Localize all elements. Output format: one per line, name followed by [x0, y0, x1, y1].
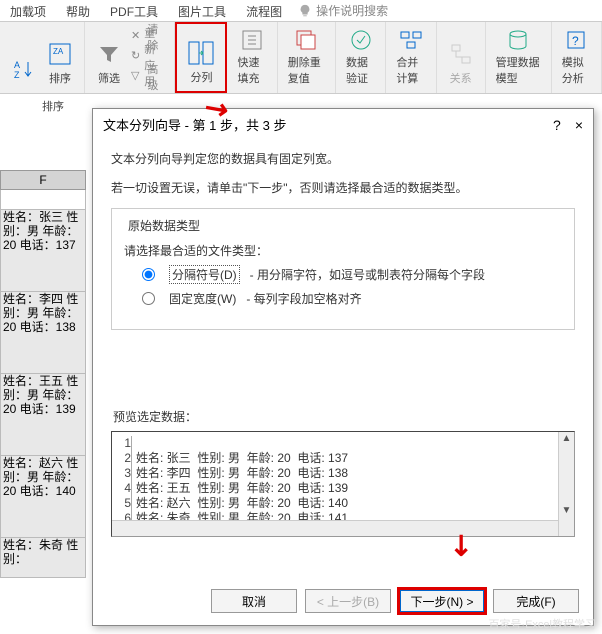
radio-delimited-input[interactable] — [142, 268, 155, 281]
cell-row-2[interactable]: 姓名：张三 性别：男 年龄：20 电话：137 — [0, 210, 86, 292]
dialog-title: 文本分列向导 - 第 1 步，共 3 步 — [103, 115, 286, 134]
lightbulb-icon — [298, 4, 312, 18]
relations-icon — [447, 40, 475, 68]
clear-icon: ✕ — [131, 29, 143, 45]
svg-text:Z: Z — [14, 70, 20, 80]
original-data-type-group: 原始数据类型 请选择最合适的文件类型： 分隔符号(D) - 用分隔字符，如逗号或… — [111, 208, 575, 330]
dialog-intro-2: 若一切设置无误，请单击"下一步"，否则请选择最合适的数据类型。 — [111, 179, 575, 198]
sort-az-icon: AZ — [10, 56, 38, 84]
text-wizard-dialog: 文本分列向导 - 第 1 步，共 3 步 ? × 文本分列向导判定您的数据具有固… — [92, 108, 594, 626]
data-model-button[interactable]: 管理数据模型 — [492, 26, 545, 88]
radio-fixed-width[interactable]: 固定宽度(W) - 每列字段加空格对齐 — [142, 290, 562, 307]
cell-row-6[interactable]: 姓名：朱奇 性别： — [0, 538, 86, 578]
preview-scrollbar-v[interactable]: ▲▼ — [558, 432, 574, 536]
sort-icon: ZA — [46, 40, 74, 68]
choose-label: 请选择最合适的文件类型： — [124, 242, 562, 259]
data-model-icon — [504, 28, 532, 52]
cell-row-5[interactable]: 姓名：赵六 性别：男 年龄：20 电话：140 — [0, 456, 86, 538]
sort-button[interactable]: ZA 排序 — [42, 26, 78, 88]
relationships-button: 关系 — [443, 26, 479, 88]
text-to-columns-button[interactable]: 分列 — [175, 22, 227, 93]
cancel-button[interactable]: 取消 — [211, 589, 297, 613]
svg-text:A: A — [14, 60, 20, 70]
column-header-F[interactable]: F — [0, 170, 86, 190]
dialog-titlebar: 文本分列向导 - 第 1 步，共 3 步 ? × — [93, 109, 593, 140]
fieldset-legend: 原始数据类型 — [124, 217, 204, 234]
advanced-icon: ▽ — [131, 69, 143, 85]
data-validation-button[interactable]: 数据验证 — [342, 26, 379, 88]
close-icon[interactable]: × — [575, 117, 583, 133]
data-valid-icon — [347, 28, 375, 52]
remove-dup-icon — [292, 28, 320, 52]
tell-me-search[interactable]: 操作说明搜索 — [292, 0, 394, 21]
help-icon[interactable]: ? — [553, 117, 561, 133]
text-to-columns-icon — [187, 39, 215, 67]
whatif-icon: ? — [562, 28, 590, 52]
filter-button[interactable]: 筛选 — [91, 26, 127, 88]
radio-delimited[interactable]: 分隔符号(D) - 用分隔字符，如逗号或制表符分隔每个字段 — [142, 265, 562, 284]
cell-row-4[interactable]: 姓名：王五 性别：男 年龄：20 电话：139 — [0, 374, 86, 456]
preview-box: 1 2姓名: 张三 性别: 男 年龄: 20 电话: 137 3姓名: 李四 性… — [111, 431, 575, 537]
cell-row-3[interactable]: 姓名：李四 性别：男 年龄：20 电话：138 — [0, 292, 86, 374]
sort-az-button[interactable]: AZ — [6, 26, 42, 88]
flash-fill-button[interactable]: 快速填充 — [233, 26, 270, 88]
reapply-icon: ↻ — [131, 49, 140, 65]
next-button[interactable]: 下一步(N) > — [399, 589, 485, 613]
back-button: < 上一步(B) — [305, 589, 391, 613]
finish-button[interactable]: 完成(F) — [493, 589, 579, 613]
remove-duplicates-button[interactable]: 删除重复值 — [284, 26, 329, 88]
advanced-button[interactable]: ▽高级 — [127, 68, 168, 86]
filter-icon — [95, 40, 123, 68]
watermark: 百家号·Excel教程学习 — [488, 616, 596, 632]
radio-fixed-input[interactable] — [142, 292, 155, 305]
consolidate-icon — [397, 28, 425, 52]
tab-image[interactable]: 图片工具 — [168, 0, 236, 21]
tab-pdf[interactable]: PDF工具 — [100, 0, 168, 21]
preview-label: 预览选定数据： — [113, 408, 575, 425]
preview-scrollbar-h[interactable] — [112, 520, 558, 536]
tab-flowchart[interactable]: 流程图 — [236, 0, 292, 21]
svg-text:ZA: ZA — [53, 47, 64, 56]
consolidate-button[interactable]: 合并计算 — [392, 26, 429, 88]
ribbon-toolbar: AZ ZA 排序 筛选 ✕清除 ↻重新应用 ▽高级 分列 快速填充 删除重 — [0, 22, 602, 94]
worksheet-column: F 姓名：张三 性别：男 年龄：20 电话：137 姓名：李四 性别：男 年龄：… — [0, 94, 86, 578]
dialog-intro-1: 文本分列向导判定您的数据具有固定列宽。 — [111, 150, 575, 169]
tab-addins[interactable]: 加载项 — [0, 0, 56, 21]
flash-fill-icon — [238, 28, 266, 52]
scroll-down-icon[interactable]: ▼ — [559, 504, 574, 520]
svg-text:?: ? — [572, 34, 579, 48]
ribbon-tabs: 加载项 帮助 PDF工具 图片工具 流程图 操作说明搜索 — [0, 0, 602, 22]
scroll-up-icon[interactable]: ▲ — [559, 432, 574, 448]
cell-blank[interactable] — [0, 190, 86, 210]
whatif-button[interactable]: ?模拟分析 — [558, 26, 595, 88]
tab-help[interactable]: 帮助 — [56, 0, 100, 21]
